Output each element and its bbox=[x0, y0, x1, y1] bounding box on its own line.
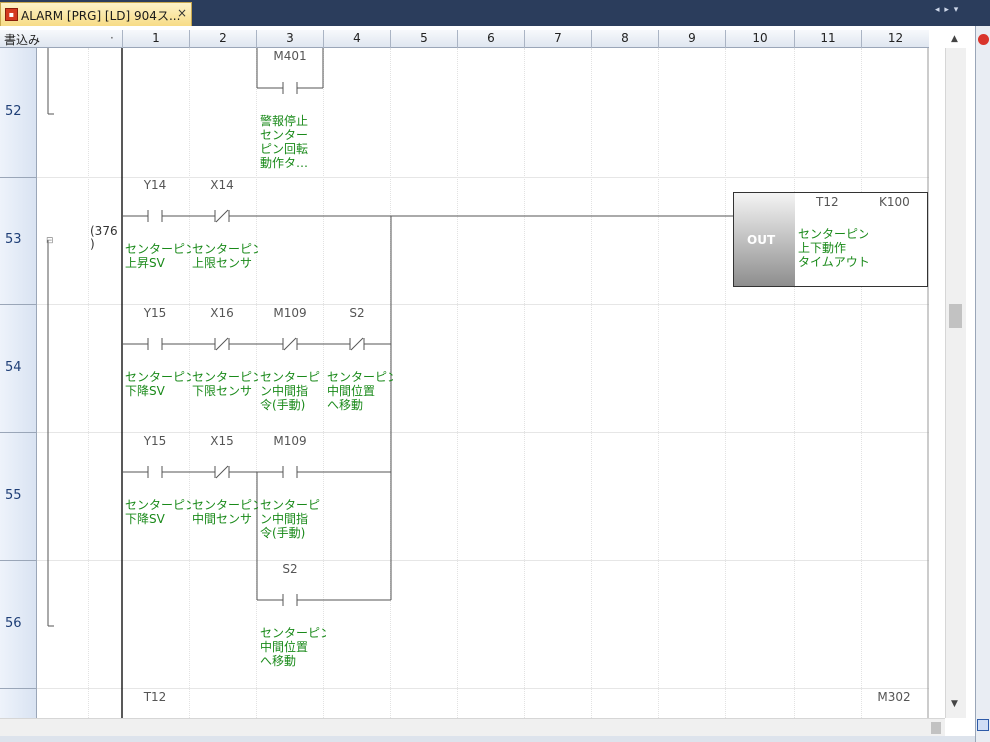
device-comment: センターピン 下降SV bbox=[125, 370, 191, 398]
status-strip bbox=[0, 736, 975, 742]
device-comment: センターピ ン中間指 令(手動) bbox=[260, 498, 321, 540]
tab-scroll-arrows[interactable]: ◂ ▸ ▾ bbox=[935, 5, 959, 15]
device-comment: 警報停止 センター ピン回転 動作タ… bbox=[260, 114, 309, 170]
device-label: M302 bbox=[877, 690, 911, 704]
side-panel-strip bbox=[975, 26, 990, 742]
column-header-1: 1 bbox=[122, 30, 189, 48]
column-header-11: 11 bbox=[794, 30, 861, 48]
device-comment: センターピン 上限センサ bbox=[192, 242, 258, 270]
column-header-4: 4 bbox=[323, 30, 390, 48]
error-icon[interactable] bbox=[978, 34, 989, 45]
tab-alarm-program[interactable]: ▪ ALARM [PRG] [LD] 904ス... × bbox=[0, 2, 192, 26]
window-icon[interactable] bbox=[977, 719, 989, 731]
document-tab-bar: ▪ ALARM [PRG] [LD] 904ス... × ◂ ▸ ▾ bbox=[0, 0, 990, 26]
device-label: Y15 bbox=[143, 434, 167, 448]
timer-device: T12 bbox=[816, 195, 839, 209]
column-header-8: 8 bbox=[591, 30, 658, 48]
horizontal-scroll-thumb[interactable] bbox=[931, 722, 941, 734]
device-label: X15 bbox=[210, 434, 234, 448]
device-label: M401 bbox=[273, 49, 307, 63]
device-comment: センターピン 中間位置 へ移動 bbox=[327, 370, 393, 412]
device-comment: センターピン 上下動作 タイムアウト bbox=[798, 227, 868, 269]
ladder-editor-canvas[interactable]: 52 53 54 55 56 (376 ) ⊟ M401 警報停止 センター ピ… bbox=[0, 48, 929, 718]
device-label: X16 bbox=[210, 306, 234, 320]
device-label: S2 bbox=[349, 306, 365, 320]
column-header-3: 3 bbox=[256, 30, 323, 48]
ladder-column-header: 書込み · 1 2 3 4 5 6 7 8 9 10 11 12 bbox=[0, 30, 929, 48]
device-label: T12 bbox=[143, 690, 167, 704]
svg-text:⊟: ⊟ bbox=[46, 236, 54, 246]
device-comment: センターピン 上昇SV bbox=[125, 242, 191, 270]
column-header-12: 12 bbox=[861, 30, 929, 48]
device-comment: センターピン 中間位置 へ移動 bbox=[260, 626, 326, 668]
device-comment: センターピン 下限センサ bbox=[192, 370, 258, 398]
horizontal-scrollbar[interactable] bbox=[0, 718, 945, 737]
column-header-2: 2 bbox=[189, 30, 256, 48]
write-mode-label: 書込み bbox=[4, 33, 41, 47]
device-label: X14 bbox=[210, 178, 234, 192]
device-label: Y15 bbox=[143, 306, 167, 320]
vertical-scroll-thumb[interactable] bbox=[949, 304, 962, 328]
mode-marker: · bbox=[110, 31, 114, 45]
device-label: M109 bbox=[273, 306, 307, 320]
column-header-5: 5 bbox=[390, 30, 457, 48]
device-comment: センターピン 中間センサ bbox=[192, 498, 258, 526]
column-header-9: 9 bbox=[658, 30, 725, 48]
vertical-scrollbar[interactable]: ▲ ▼ bbox=[945, 34, 966, 718]
timer-setting: K100 bbox=[879, 195, 910, 209]
device-comment: センターピ ン中間指 令(手動) bbox=[260, 370, 321, 412]
device-label: S2 bbox=[282, 562, 298, 576]
tab-close-button[interactable]: × bbox=[177, 6, 187, 20]
scroll-down-icon[interactable]: ▼ bbox=[951, 699, 958, 709]
device-comment: センターピン 下降SV bbox=[125, 498, 191, 526]
tab-title: ALARM [PRG] [LD] 904ス... bbox=[21, 9, 181, 23]
device-label: Y14 bbox=[143, 178, 167, 192]
out-instruction-block[interactable]: OUT T12 K100 センターピン 上下動作 タイムアウト bbox=[733, 192, 928, 287]
column-header-7: 7 bbox=[524, 30, 591, 48]
device-label: M109 bbox=[273, 434, 307, 448]
column-header-10: 10 bbox=[725, 30, 794, 48]
instruction-name: OUT bbox=[747, 233, 776, 247]
ladder-program-icon: ▪ bbox=[5, 8, 18, 21]
scroll-up-icon[interactable]: ▲ bbox=[951, 34, 958, 44]
column-header-6: 6 bbox=[457, 30, 524, 48]
